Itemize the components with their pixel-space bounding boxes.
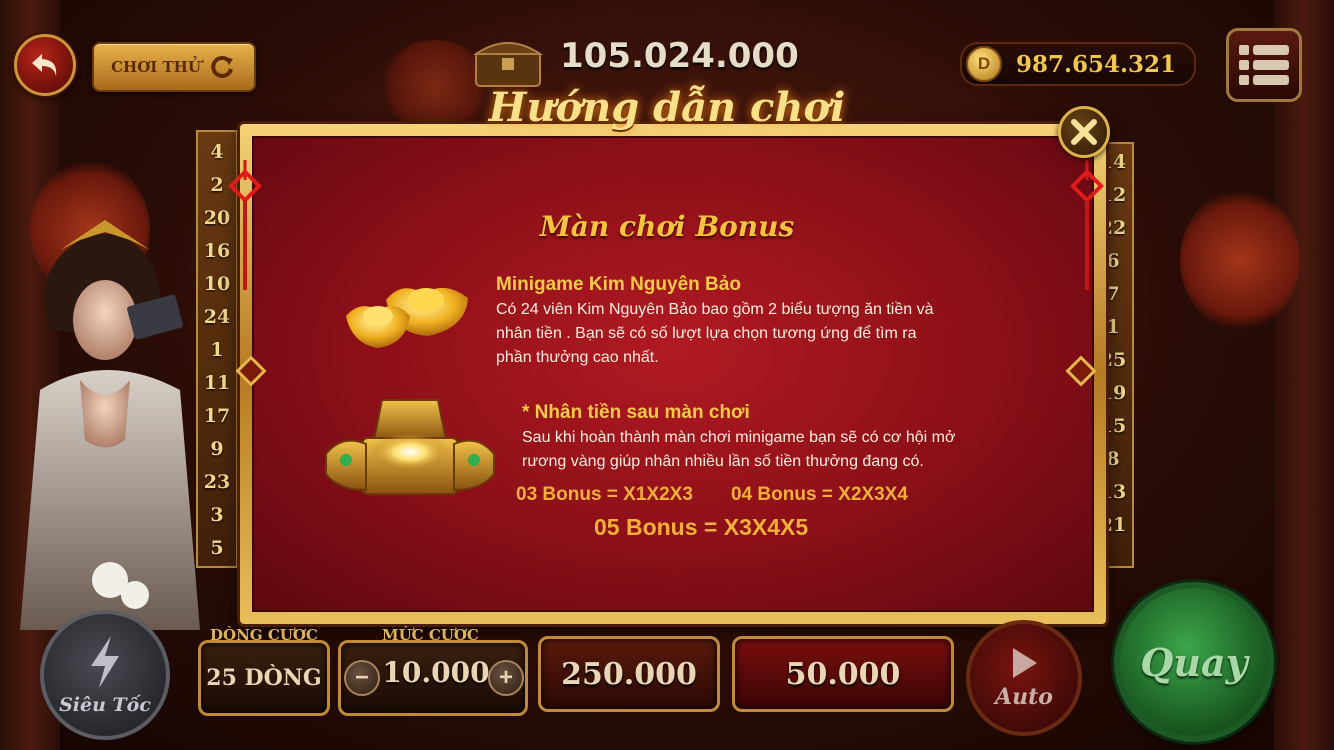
total-bet-value: 250.000 (561, 656, 697, 692)
payline-number: 1 (210, 339, 224, 361)
payline-number: 5 (210, 537, 224, 559)
total-win-value: 50.000 (785, 656, 901, 692)
back-arrow-icon (32, 54, 57, 76)
turbo-label: Siêu Tốc (59, 694, 151, 716)
bonus-4-multiplier: 04 Bonus = X2X3X4 (731, 484, 908, 505)
item1-line: Có 24 viên Kim Nguyên Bảo bao gồm 2 biểu… (496, 301, 934, 318)
payline-number: 24 (203, 306, 231, 328)
section-title: Màn chơi Bonus (539, 210, 795, 243)
item1-heading: Minigame Kim Nguyên Bảo (496, 274, 741, 295)
payline-number: 17 (203, 405, 231, 427)
hamburger-menu-icon (1239, 45, 1289, 85)
turbo-button[interactable]: Siêu Tốc (40, 610, 170, 740)
bet-increase-button[interactable]: + (488, 660, 524, 696)
payline-number: 9 (210, 438, 224, 460)
payline-number: 1 (1106, 316, 1120, 338)
lightning-icon (91, 636, 119, 688)
payline-number: 6 (1106, 250, 1120, 272)
lines-selector[interactable]: 25 DÒNG (198, 640, 330, 716)
plus-icon: + (498, 664, 513, 691)
item1-line: phần thưởng cao nhất. (496, 349, 659, 366)
item1-description: Có 24 viên Kim Nguyên Bảo bao gồm 2 biểu… (496, 298, 1036, 370)
coin-symbol: D (977, 54, 991, 73)
payline-number: 23 (203, 471, 231, 493)
payline-number: 11 (203, 372, 231, 394)
payline-number: 2 (210, 174, 224, 196)
payline-number: 7 (1106, 283, 1120, 305)
payline-number: 8 (1106, 448, 1120, 470)
bet-decrease-button[interactable]: − (344, 660, 380, 696)
balance-value: 987.654.321 (1016, 50, 1177, 78)
close-button[interactable] (1058, 106, 1110, 158)
spin-label: Quay (1140, 639, 1248, 685)
play-icon (1013, 648, 1037, 678)
spin-button[interactable]: Quay (1114, 582, 1274, 742)
coin-icon: D (966, 46, 1002, 82)
bet-value: 10.000 (382, 656, 490, 689)
payline-number: 4 (210, 141, 224, 163)
modal-title: Hướng dẫn chơi (488, 84, 846, 131)
balance-panel: D 987.654.321 (960, 42, 1196, 86)
bonus-3-multiplier: 03 Bonus = X1X2X3 (516, 484, 693, 505)
item2-heading: * Nhân tiền sau màn chơi (522, 402, 750, 423)
character-illustration (20, 220, 200, 630)
jackpot-value: 105.024.000 (560, 36, 799, 76)
auto-spin-button[interactable]: Auto (966, 620, 1082, 736)
item2-line: Sau khi hoàn thành màn chơi minigame bạn… (522, 429, 956, 446)
item2-description: Sau khi hoàn thành màn chơi minigame bạn… (522, 426, 1042, 474)
help-modal (240, 124, 1106, 624)
payline-number: 3 (210, 504, 224, 526)
refresh-icon (211, 55, 233, 78)
payline-number: 10 (203, 273, 231, 295)
total-bet-panel: 250.000 (538, 636, 720, 712)
gold-ingot-icon (346, 287, 468, 348)
auto-label: Auto (995, 684, 1053, 710)
total-win-panel: 50.000 (732, 636, 954, 712)
treasure-chest-icon (472, 42, 544, 87)
close-icon (1071, 119, 1097, 145)
bonus-5-multiplier: 05 Bonus = X3X4X5 (594, 514, 809, 540)
item2-line: rương vàng giúp nhân nhiều lần số tiền t… (522, 453, 924, 470)
open-treasure-chest-icon (325, 399, 495, 495)
item1-line: nhân tiền . Bạn sẽ có số lượt lựa chọn t… (496, 325, 917, 342)
minus-icon: − (354, 664, 369, 691)
lines-value: 25 DÒNG (206, 665, 322, 691)
play-trial-label: CHƠI THỬ (111, 58, 201, 76)
